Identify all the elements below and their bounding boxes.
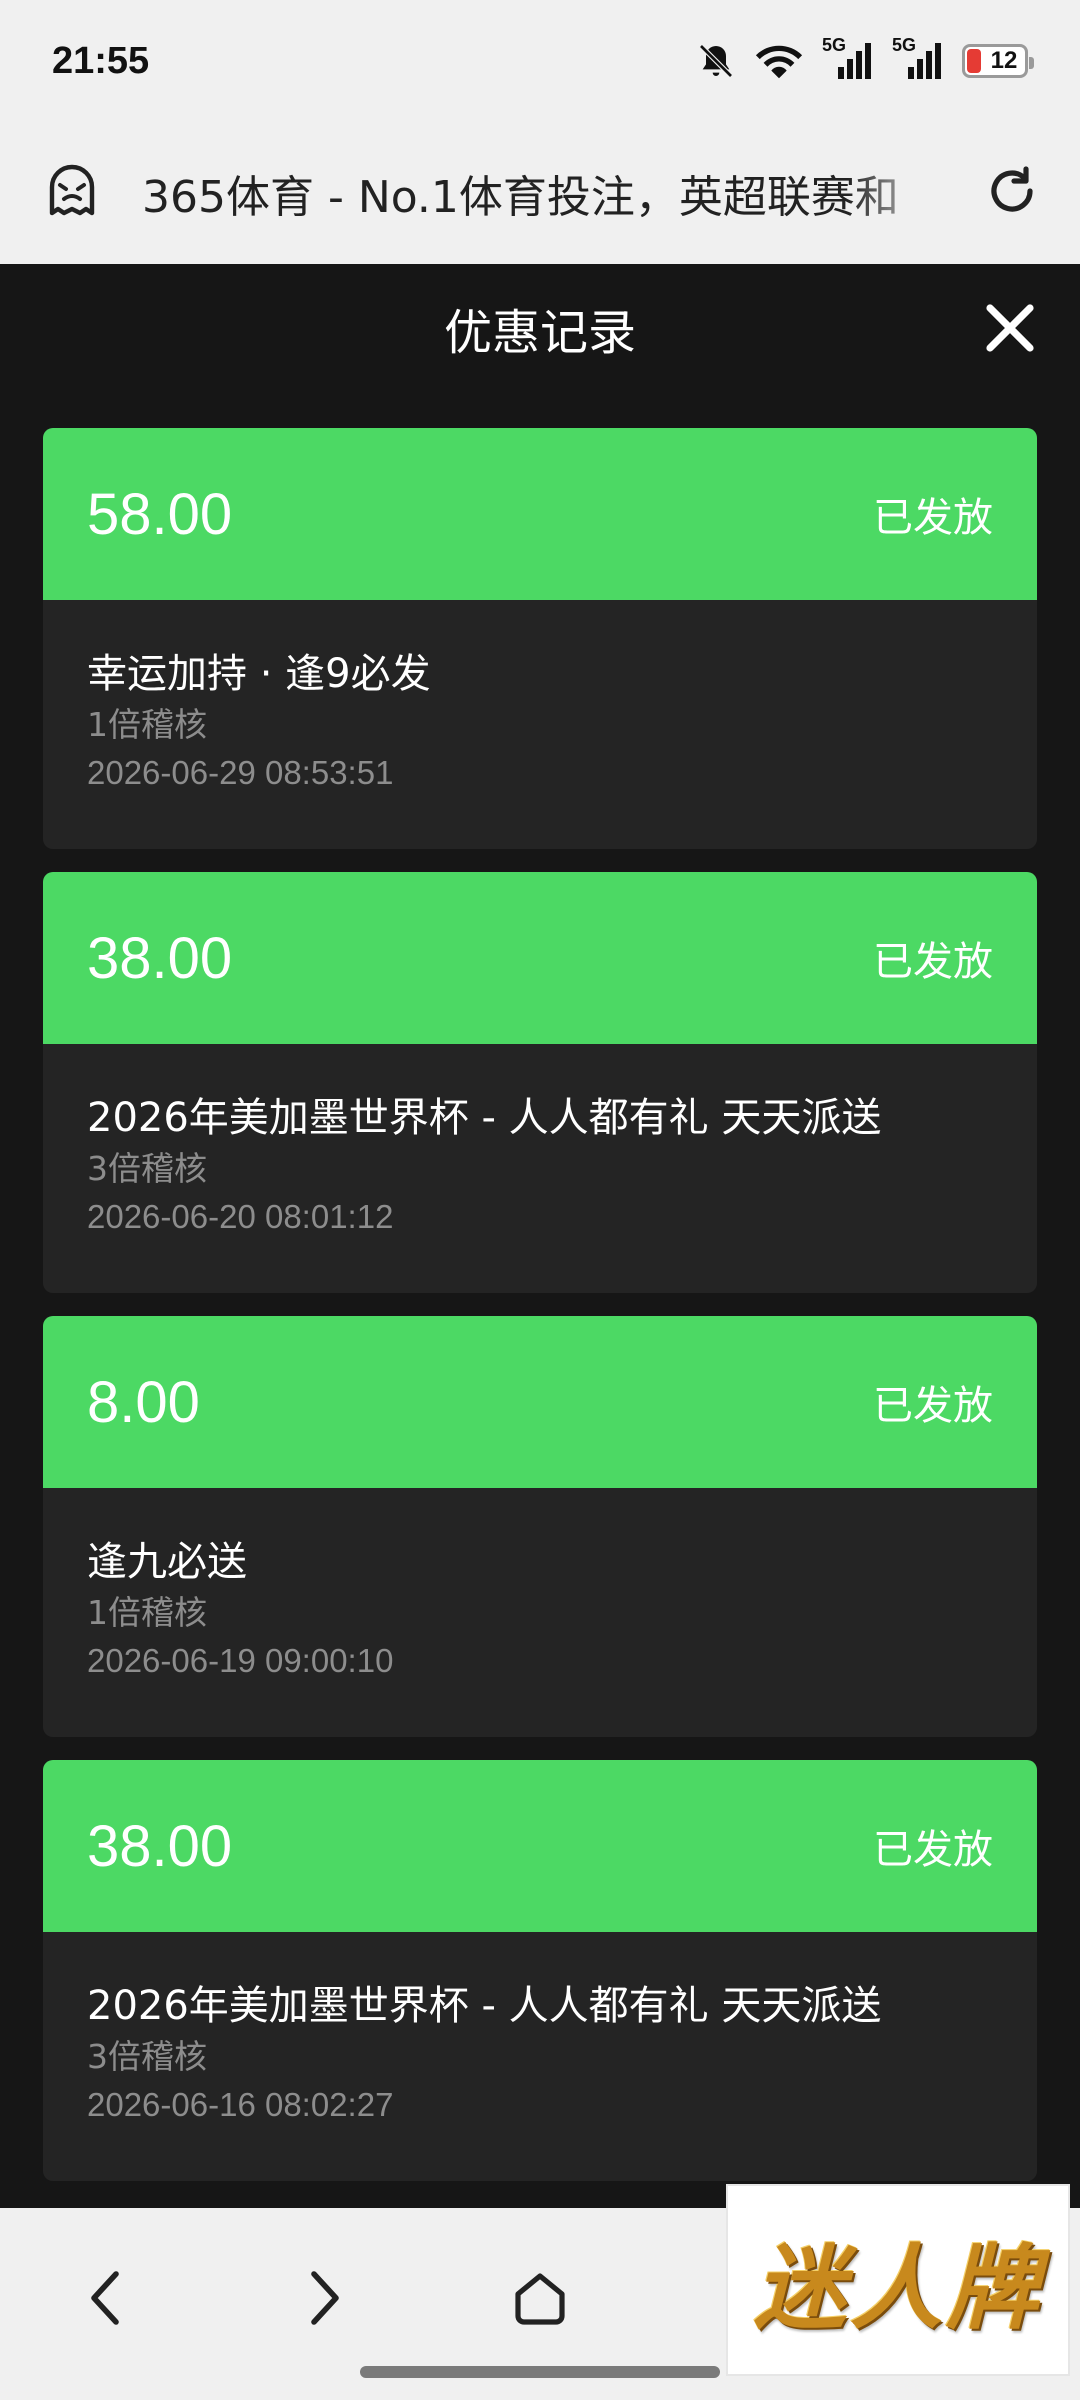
records-list: 58.00 已发放 幸运加持 · 逢9必发 1倍稽核 2026-06-29 08… [0, 428, 1080, 2181]
cellular-signal-icon-2: 5G [892, 35, 944, 83]
record-amount: 38.00 [87, 1813, 233, 1879]
browser-address-bar[interactable]: 365体育 - No.1体育投注，英超联赛和 [0, 122, 1080, 264]
modal-title: 优惠记录 [443, 305, 636, 361]
record-wager: 1倍稽核 [87, 705, 207, 744]
record-card-header: 38.00 已发放 [43, 872, 1037, 1044]
cellular-signal-icon: 5G [822, 35, 874, 83]
status-bar: 21:55 5G 5G 12 [0, 0, 1080, 122]
close-icon[interactable] [980, 298, 1040, 358]
record-name: 幸运加持 · 逢9必发 [87, 651, 431, 697]
chevron-right-icon[interactable] [284, 2258, 364, 2338]
record-name: 2026年美加墨世界杯 - 人人都有礼 天天派送 [87, 1095, 882, 1141]
gesture-home-indicator[interactable] [360, 2366, 720, 2378]
record-status: 已发放 [873, 1383, 993, 1429]
record-name: 2026年美加墨世界杯 - 人人都有礼 天天派送 [87, 1983, 882, 2029]
battery-icon: 12 [962, 44, 1034, 78]
promo-records-modal: 优惠记录 58.00 已发放 幸运加持 · 逢9必发 1倍稽核 2026-06-… [0, 264, 1080, 2208]
home-icon[interactable] [500, 2258, 580, 2338]
status-icons: 5G 5G 12 [696, 35, 1034, 83]
record-card[interactable]: 8.00 已发放 逢九必送 1倍稽核 2026-06-19 09:00:10 [43, 1316, 1037, 1737]
reload-icon[interactable] [984, 163, 1040, 223]
status-time: 21:55 [52, 39, 150, 82]
record-amount: 58.00 [87, 481, 233, 547]
record-amount: 38.00 [87, 925, 233, 991]
chevron-left-icon[interactable] [66, 2258, 146, 2338]
record-card[interactable]: 58.00 已发放 幸运加持 · 逢9必发 1倍稽核 2026-06-29 08… [43, 428, 1037, 849]
watermark-logo: 迷人牌 [726, 2184, 1070, 2376]
record-card-header: 58.00 已发放 [43, 428, 1037, 600]
record-card[interactable]: 38.00 已发放 2026年美加墨世界杯 - 人人都有礼 天天派送 3倍稽核 … [43, 1760, 1037, 2181]
mute-bell-icon [696, 41, 736, 81]
battery-fill [967, 49, 981, 73]
record-status: 已发放 [873, 1827, 993, 1873]
record-wager: 1倍稽核 [87, 1593, 207, 1632]
page-title[interactable]: 365体育 - No.1体育投注，英超联赛和 [142, 161, 944, 225]
record-card-body: 2026年美加墨世界杯 - 人人都有礼 天天派送 3倍稽核 2026-06-16… [43, 1932, 1037, 2130]
record-card[interactable]: 38.00 已发放 2026年美加墨世界杯 - 人人都有礼 天天派送 3倍稽核 … [43, 872, 1037, 1293]
watermark-text: 迷人牌 [753, 2234, 1042, 2342]
record-datetime: 2026-06-29 08:53:51 [87, 754, 394, 791]
record-wager: 3倍稽核 [87, 2037, 207, 2076]
record-status: 已发放 [873, 495, 993, 541]
record-name: 逢九必送 [87, 1539, 247, 1585]
record-datetime: 2026-06-19 09:00:10 [87, 1642, 394, 1679]
battery-level: 12 [990, 47, 1018, 74]
modal-header: 优惠记录 [0, 264, 1080, 392]
wifi-icon [754, 41, 804, 81]
record-card-body: 逢九必送 1倍稽核 2026-06-19 09:00:10 [43, 1488, 1037, 1686]
record-amount: 8.00 [87, 1369, 200, 1435]
record-status: 已发放 [873, 939, 993, 985]
record-card-body: 幸运加持 · 逢9必发 1倍稽核 2026-06-29 08:53:51 [43, 600, 1037, 798]
record-card-body: 2026年美加墨世界杯 - 人人都有礼 天天派送 3倍稽核 2026-06-20… [43, 1044, 1037, 1242]
record-card-header: 38.00 已发放 [43, 1760, 1037, 1932]
record-card-header: 8.00 已发放 [43, 1316, 1037, 1488]
ghost-face-icon[interactable] [42, 161, 102, 225]
record-datetime: 2026-06-20 08:01:12 [87, 1198, 394, 1235]
record-datetime: 2026-06-16 08:02:27 [87, 2086, 394, 2123]
record-wager: 3倍稽核 [87, 1149, 207, 1188]
